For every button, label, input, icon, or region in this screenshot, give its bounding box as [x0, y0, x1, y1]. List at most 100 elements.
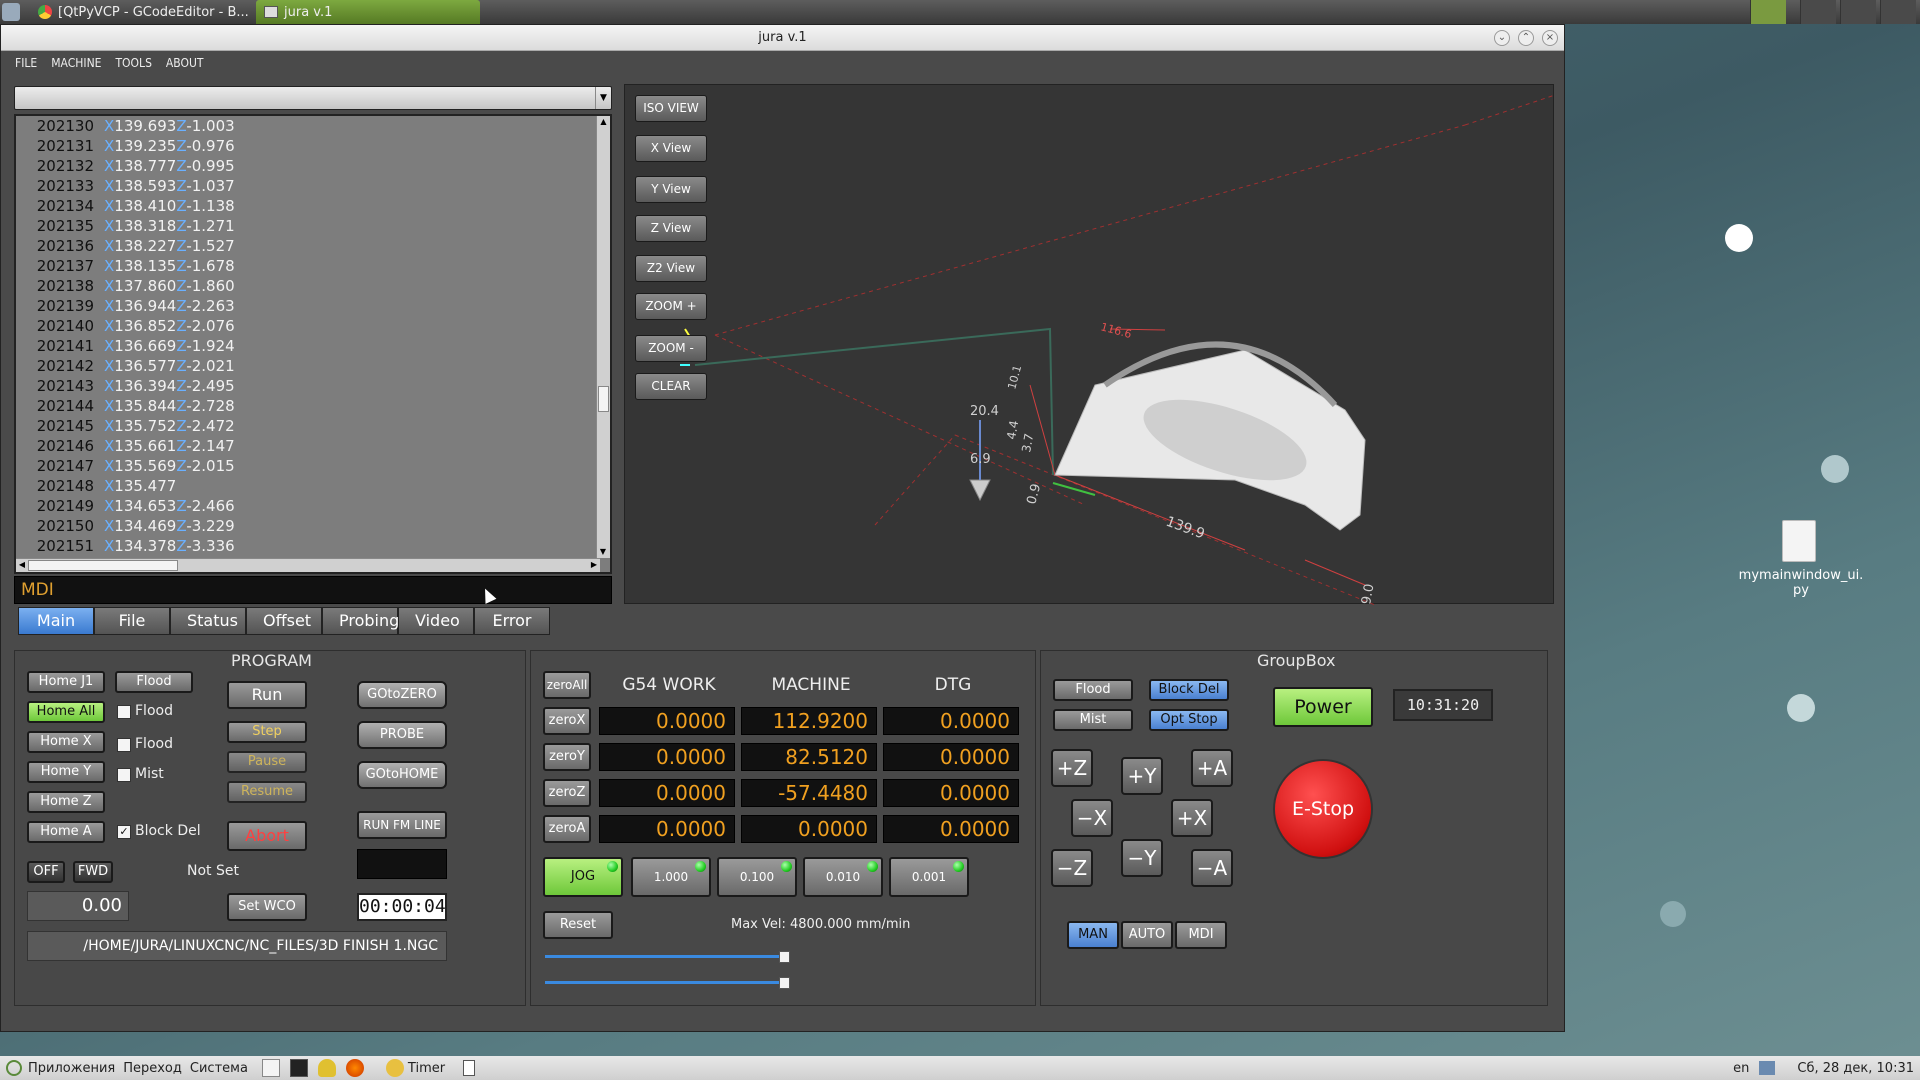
timer-icon[interactable]: [385, 1059, 404, 1077]
hscroll-thumb[interactable]: [28, 560, 178, 571]
desktop-file-label[interactable]: mymainwindow_ui. py: [1736, 568, 1866, 598]
scroll-up-icon[interactable]: ▲: [597, 116, 610, 128]
run-from-line-button[interactable]: RUN FM LINE: [357, 811, 447, 839]
home-z-button[interactable]: Home Z: [27, 791, 105, 813]
zoom-in-button[interactable]: ZOOM +: [635, 293, 707, 320]
gcode-line[interactable]: 202130 X139.693Z-1.003: [16, 116, 235, 136]
zero-x-button[interactable]: zeroX: [543, 707, 591, 735]
menu-machine[interactable]: MACHINE: [51, 56, 101, 70]
mode-man-button[interactable]: MAN: [1067, 921, 1119, 949]
goto-zero-button[interactable]: GOtoZERO: [357, 681, 447, 709]
flood-toggle-button[interactable]: Flood: [1053, 679, 1133, 701]
scroll-thumb[interactable]: [598, 386, 609, 412]
abort-button[interactable]: Abort: [227, 821, 307, 851]
jog-minus-z-button[interactable]: −Z: [1051, 849, 1093, 887]
zero-all-button[interactable]: zeroAll: [543, 671, 591, 699]
tab-main[interactable]: Main: [18, 607, 94, 635]
gcode-line[interactable]: 202137 X138.135Z-1.678: [16, 256, 235, 276]
gcode-line[interactable]: 202149 X134.653Z-2.466: [16, 496, 235, 516]
minimize-icon[interactable]: ⌄: [1494, 30, 1510, 46]
terminal-icon[interactable]: [289, 1059, 308, 1077]
menu-applications[interactable]: Приложения: [28, 1061, 115, 1076]
increment-0-01-button[interactable]: 0.010: [803, 857, 883, 897]
goto-home-button[interactable]: GOtoHOME: [357, 761, 447, 789]
jog-plus-y-button[interactable]: +Y: [1121, 757, 1163, 795]
jog-plus-x-button[interactable]: +X: [1171, 799, 1213, 837]
increment-1-button[interactable]: 1.000: [631, 857, 711, 897]
probe-button[interactable]: PROBE: [357, 721, 447, 749]
mode-mdi-button[interactable]: MDI: [1175, 921, 1227, 949]
timer-label[interactable]: Timer: [408, 1061, 445, 1076]
spindle-fwd-button[interactable]: FWD: [73, 861, 113, 883]
linux-icon[interactable]: [317, 1059, 336, 1077]
rapid-override-slider[interactable]: [545, 977, 790, 989]
block-del-toggle-button[interactable]: Block Del: [1149, 679, 1229, 701]
gcode-line[interactable]: 202133 X138.593Z-1.037: [16, 176, 235, 196]
mdi-input[interactable]: MDI: [14, 576, 612, 604]
menu-tools[interactable]: TOOLS: [115, 56, 151, 70]
gcode-line[interactable]: 202131 X139.235Z-0.976: [16, 136, 235, 156]
tab-probing[interactable]: Probing: [322, 607, 399, 635]
y-view-button[interactable]: Y View: [635, 176, 707, 203]
home-a-button[interactable]: Home A: [27, 821, 105, 843]
step-button[interactable]: Step: [227, 721, 307, 743]
gcode-line[interactable]: 202148 X135.477: [16, 476, 177, 496]
x-view-button[interactable]: X View: [635, 135, 707, 162]
taskbar-tab-gcode-editor[interactable]: [QtPyVCP - GCodeEditor - B...: [30, 0, 250, 24]
gcode-line[interactable]: 202146 X135.661Z-2.147: [16, 436, 235, 456]
gcode-line[interactable]: 202143 X136.394Z-2.495: [16, 376, 235, 396]
tab-offset[interactable]: Offset: [246, 607, 322, 635]
mist-checkbox[interactable]: [117, 768, 131, 782]
z-view-button[interactable]: Z View: [635, 215, 707, 242]
feed-override-slider[interactable]: [545, 951, 790, 963]
menu-icon[interactable]: [2, 3, 20, 21]
slider-handle[interactable]: [779, 977, 790, 989]
workspace-4[interactable]: [1880, 0, 1916, 24]
scroll-left-icon[interactable]: ◀: [16, 559, 28, 571]
zero-y-button[interactable]: zeroY: [543, 743, 591, 771]
gcode-line[interactable]: 202144 X135.844Z-2.728: [16, 396, 235, 416]
gcode-line[interactable]: 202138 X137.860Z-1.860: [16, 276, 235, 296]
tab-status[interactable]: Status: [170, 607, 246, 635]
block-del-checkbox[interactable]: ✓: [117, 825, 131, 839]
jog-plus-z-button[interactable]: +Z: [1051, 749, 1093, 787]
workspace-2[interactable]: [1800, 0, 1836, 24]
program-combobox[interactable]: ▼: [14, 86, 612, 110]
increment-0-001-button[interactable]: 0.001: [889, 857, 969, 897]
slider-handle[interactable]: [779, 951, 790, 963]
zero-a-button[interactable]: zeroA: [543, 815, 591, 843]
home-j1-button[interactable]: Home J1: [27, 671, 105, 693]
gcode-line[interactable]: 202135 X138.318Z-1.271: [16, 216, 235, 236]
scroll-right-icon[interactable]: ▶: [588, 559, 600, 571]
gcode-line[interactable]: 202139 X136.944Z-2.263: [16, 296, 235, 316]
editor-vertical-scrollbar[interactable]: ▲ ▼: [596, 116, 610, 558]
zoom-out-button[interactable]: ZOOM -: [635, 335, 707, 362]
set-wco-button[interactable]: Set WCO: [227, 893, 307, 921]
gcode-line[interactable]: 202134 X138.410Z-1.138: [16, 196, 235, 216]
increment-0-1-button[interactable]: 0.100: [717, 857, 797, 897]
opt-stop-toggle-button[interactable]: Opt Stop: [1149, 709, 1229, 731]
home-all-button[interactable]: Home All: [27, 701, 105, 723]
clear-button[interactable]: CLEAR: [635, 373, 707, 400]
text-editor-icon[interactable]: [261, 1059, 280, 1077]
jog-minus-y-button[interactable]: −Y: [1121, 839, 1163, 877]
jog-button[interactable]: JOG: [543, 857, 623, 897]
jog-minus-x-button[interactable]: −X: [1071, 799, 1113, 837]
flood-button[interactable]: Flood: [115, 671, 193, 693]
estop-button[interactable]: E-Stop: [1273, 759, 1373, 859]
gcode-line[interactable]: 202147 X135.569Z-2.015: [16, 456, 235, 476]
zero-z-button[interactable]: zeroZ: [543, 779, 591, 807]
z2-view-button[interactable]: Z2 View: [635, 255, 707, 282]
show-desktop-icon[interactable]: [463, 1060, 476, 1076]
home-y-button[interactable]: Home Y: [27, 761, 105, 783]
flood-checkbox[interactable]: [117, 705, 131, 719]
gcode-line[interactable]: 202145 X135.752Z-2.472: [16, 416, 235, 436]
gcode-line[interactable]: 202151 X134.378Z-3.336: [16, 536, 235, 556]
network-icon[interactable]: [1759, 1061, 1776, 1075]
tab-video[interactable]: Video: [398, 607, 474, 635]
workspace-1[interactable]: [1750, 0, 1786, 24]
mist-toggle-button[interactable]: Mist: [1053, 709, 1133, 731]
iso-view-button[interactable]: ISO VIEW: [635, 95, 707, 122]
pause-button[interactable]: Pause: [227, 751, 307, 773]
run-from-line-input[interactable]: [357, 849, 447, 879]
